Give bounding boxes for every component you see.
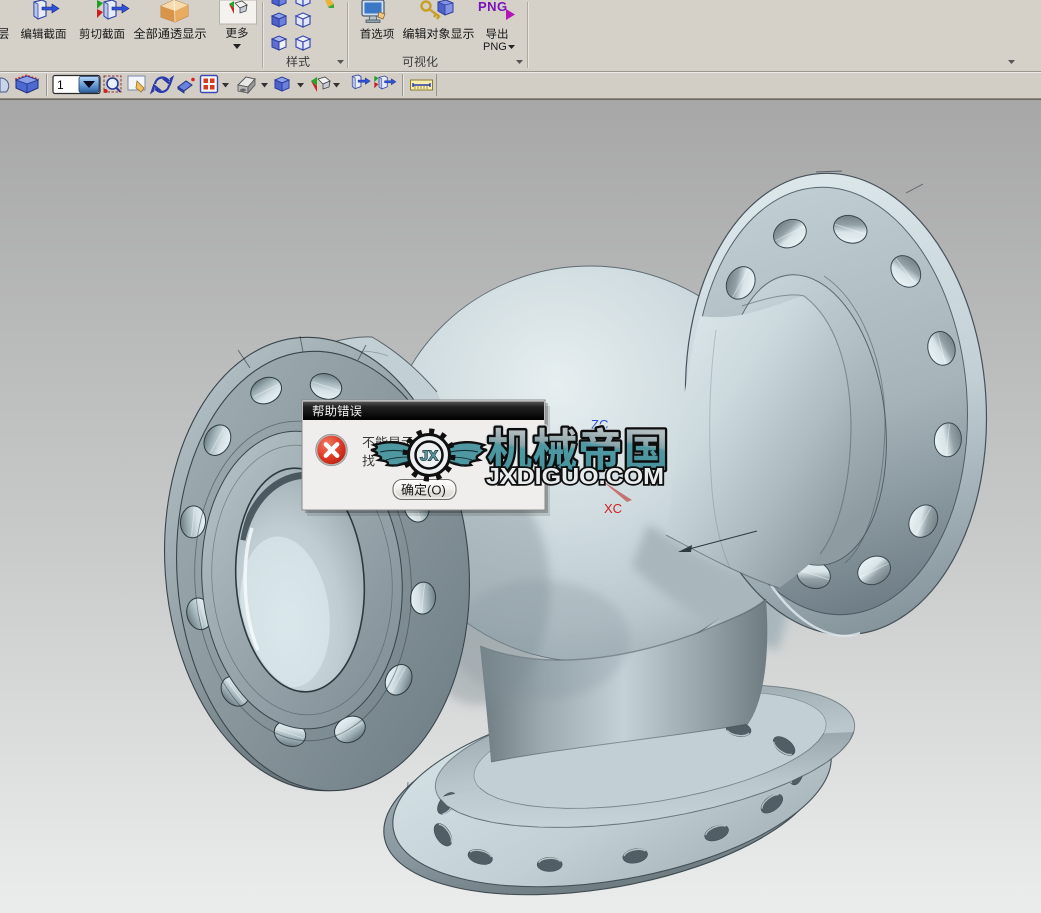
svg-text:(O): (O)	[427, 483, 446, 498]
svg-text:1: 1	[57, 78, 64, 92]
svg-text:XC: XC	[604, 501, 622, 516]
svg-text:PNG: PNG	[483, 41, 507, 53]
svg-text:JX: JX	[420, 448, 438, 465]
svg-text:JXDIGUO.COM: JXDIGUO.COM	[486, 463, 664, 489]
svg-text:PNG: PNG	[478, 0, 508, 14]
